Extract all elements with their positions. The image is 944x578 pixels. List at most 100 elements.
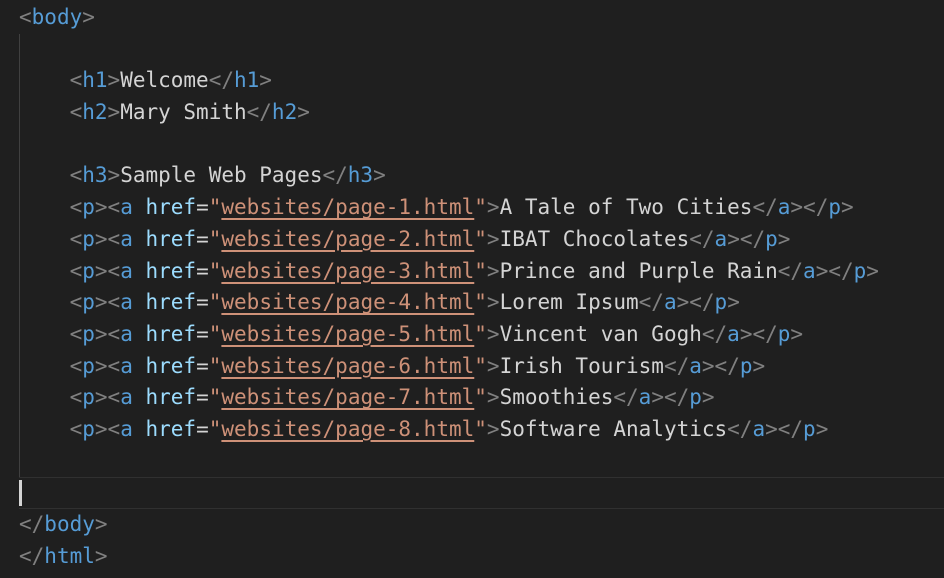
code-token-punct: </ [19, 544, 44, 568]
code-token-eq: = [196, 354, 209, 378]
code-token-tag: p [765, 227, 778, 251]
code-token-plain [19, 290, 70, 314]
code-token-punct: < [70, 385, 83, 409]
code-token-plain [19, 100, 70, 124]
document-link[interactable]: websites/page-3.html [221, 259, 474, 283]
code-token-str: " [209, 290, 222, 314]
code-line[interactable] [19, 129, 944, 161]
code-token-punct: > [259, 68, 272, 92]
code-line-current[interactable] [19, 477, 944, 509]
code-token-punct: >< [95, 195, 120, 219]
code-token-tag: p [82, 227, 95, 251]
code-line[interactable] [19, 34, 944, 66]
code-token-tag: p [82, 354, 95, 378]
code-token-str: " [209, 322, 222, 346]
code-token-eq: = [196, 322, 209, 346]
code-token-punct: >< [95, 259, 120, 283]
code-token-plain [19, 417, 70, 441]
code-line[interactable]: <p><a href="websites/page-3.html">Prince… [19, 256, 944, 288]
code-token-punct: ></ [816, 259, 854, 283]
code-token-plain [133, 227, 146, 251]
code-token-punct: < [70, 68, 83, 92]
code-line[interactable]: <h1>Welcome</h1> [19, 65, 944, 97]
code-token-tag: a [752, 417, 765, 441]
document-link[interactable]: websites/page-6.html [221, 354, 474, 378]
code-token-plain [19, 259, 70, 283]
document-link[interactable]: websites/page-8.html [221, 417, 474, 441]
code-token-tag: a [120, 354, 133, 378]
code-token-punct: >< [95, 354, 120, 378]
code-line[interactable]: <h3>Sample Web Pages</h3> [19, 160, 944, 192]
code-token-punct: > [727, 290, 740, 314]
code-editor[interactable]: <body> <h1>Welcome</h1> <h2>Mary Smith</… [0, 0, 944, 578]
code-token-punct: ></ [765, 417, 803, 441]
code-token-str: " [474, 354, 487, 378]
code-line[interactable]: <p><a href="websites/page-2.html">IBAT C… [19, 224, 944, 256]
document-link[interactable]: websites/page-1.html [221, 195, 474, 219]
code-token-punct: </ [752, 195, 777, 219]
document-link[interactable]: websites/page-7.html [221, 385, 474, 409]
code-token-tag: a [778, 195, 791, 219]
document-link[interactable]: websites/page-5.html [221, 322, 474, 346]
code-token-tag: a [803, 259, 816, 283]
code-token-punct: ></ [677, 290, 715, 314]
document-link[interactable]: websites/page-2.html [221, 227, 474, 251]
code-token-tag: a [664, 290, 677, 314]
code-token-tag: h1 [234, 68, 259, 92]
code-token-punct: > [487, 195, 500, 219]
code-token-str: " [474, 322, 487, 346]
code-token-punct: >< [95, 227, 120, 251]
code-token-plain: Welcome [120, 68, 209, 92]
code-token-attr: href [146, 354, 197, 378]
code-token-attr: href [146, 227, 197, 251]
code-token-tag: a [120, 195, 133, 219]
code-token-tag: p [803, 417, 816, 441]
code-line[interactable]: <p><a href="websites/page-1.html">A Tale… [19, 192, 944, 224]
code-line[interactable]: <p><a href="websites/page-4.html">Lorem … [19, 287, 944, 319]
code-token-punct: </ [209, 68, 234, 92]
code-line[interactable]: <p><a href="websites/page-8.html">Softwa… [19, 414, 944, 446]
code-token-punct: > [753, 354, 766, 378]
code-token-punct: ></ [651, 385, 689, 409]
code-token-punct: </ [778, 259, 803, 283]
code-line[interactable]: </body> [19, 509, 944, 541]
code-token-punct: </ [689, 227, 714, 251]
code-line[interactable]: <p><a href="websites/page-7.html">Smooth… [19, 382, 944, 414]
code-token-plain: Prince and Purple Rain [500, 259, 778, 283]
code-token-tag: h1 [82, 68, 107, 92]
code-token-punct: > [487, 290, 500, 314]
code-line[interactable]: <h2>Mary Smith</h2> [19, 97, 944, 129]
code-token-punct: </ [19, 512, 44, 536]
code-token-str: " [209, 385, 222, 409]
code-line[interactable]: <p><a href="websites/page-6.html">Irish … [19, 351, 944, 383]
code-token-punct: > [487, 354, 500, 378]
code-token-punct: >< [95, 385, 120, 409]
code-token-tag: h2 [82, 100, 107, 124]
code-token-tag: a [727, 322, 740, 346]
code-token-tag: h2 [272, 100, 297, 124]
document-link[interactable]: websites/page-4.html [221, 290, 474, 314]
code-token-plain: Sample Web Pages [120, 163, 322, 187]
code-line[interactable]: </html> [19, 541, 944, 573]
code-line[interactable] [19, 446, 944, 478]
code-token-punct: </ [322, 163, 347, 187]
code-token-attr: href [146, 385, 197, 409]
code-token-tag: a [120, 322, 133, 346]
code-token-tag: h3 [82, 163, 107, 187]
code-token-tag: a [120, 385, 133, 409]
code-token-tag: p [778, 322, 791, 346]
code-token-plain: Software Analytics [500, 417, 728, 441]
code-token-tag: body [44, 512, 95, 536]
code-line[interactable]: <body> [19, 2, 944, 34]
code-token-plain: Irish Tourism [500, 354, 664, 378]
code-token-tag: h3 [348, 163, 373, 187]
code-token-str: " [474, 227, 487, 251]
code-token-plain [19, 385, 70, 409]
code-token-plain [133, 195, 146, 219]
code-token-plain [133, 290, 146, 314]
code-token-plain [19, 195, 70, 219]
code-line[interactable]: <p><a href="websites/page-5.html">Vincen… [19, 319, 944, 351]
code-token-tag: p [828, 195, 841, 219]
code-token-plain: Smoothies [500, 385, 614, 409]
code-token-tag: a [120, 259, 133, 283]
